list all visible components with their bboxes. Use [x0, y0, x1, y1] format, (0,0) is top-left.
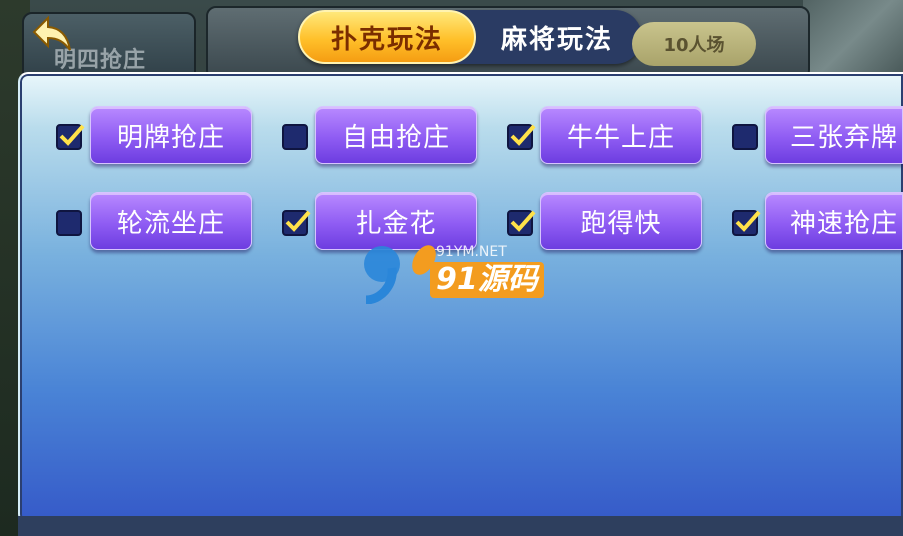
- option-button-8[interactable]: 神速抢庄: [765, 192, 903, 250]
- option-button-4[interactable]: 三张弃牌: [765, 106, 903, 164]
- tab-poker[interactable]: 扑克玩法: [298, 10, 476, 64]
- checkmark-icon: [735, 210, 761, 232]
- checkmark-icon: [510, 210, 536, 232]
- background-right: [803, 0, 903, 80]
- checkbox-option-4[interactable]: [732, 124, 758, 150]
- checkbox-option-6[interactable]: [282, 210, 311, 236]
- back-arrow-icon[interactable]: [30, 14, 76, 54]
- checkbox-option-2[interactable]: [282, 124, 308, 150]
- option-button-3[interactable]: 牛牛上庄: [540, 106, 702, 164]
- watermark-domain: 91YM.NET: [436, 244, 507, 260]
- checkmark-icon: [59, 124, 85, 146]
- option-button-7[interactable]: 跑得快: [540, 192, 702, 250]
- panel-bottom-bar: [18, 516, 903, 536]
- room-size-badge[interactable]: 10人场: [632, 22, 756, 66]
- option-button-5[interactable]: 轮流坐庄: [90, 192, 252, 250]
- checkbox-option-8[interactable]: [732, 210, 761, 236]
- option-button-2[interactable]: 自由抢庄: [315, 106, 477, 164]
- checkbox-option-7[interactable]: [507, 210, 536, 236]
- option-button-1[interactable]: 明牌抢庄: [90, 106, 252, 164]
- checkbox-option-3[interactable]: [507, 124, 536, 150]
- checkmark-icon: [510, 124, 536, 146]
- watermark-brand: 91源码: [430, 262, 544, 298]
- checkmark-icon: [285, 210, 311, 232]
- checkbox-option-1[interactable]: [56, 124, 85, 150]
- checkbox-option-5[interactable]: [56, 210, 82, 236]
- tab-mahjong[interactable]: 麻将玩法: [478, 10, 636, 64]
